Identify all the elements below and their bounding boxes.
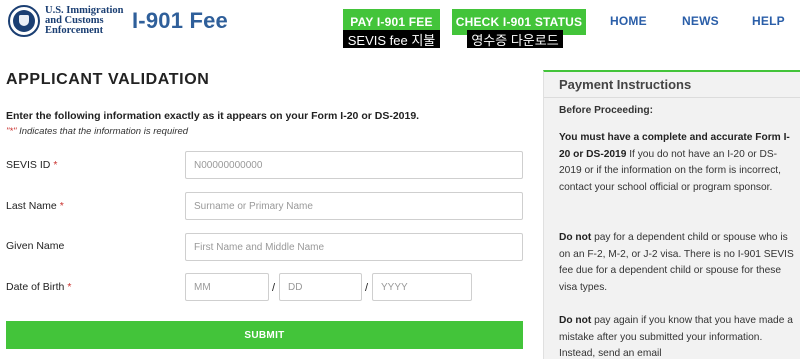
check-status-annotation: 영수증 다운로드 bbox=[467, 30, 563, 48]
dob-separator: / bbox=[272, 282, 276, 294]
site-title[interactable]: I-901 Fee bbox=[132, 8, 228, 34]
sevis-id-label-text: SEVIS ID bbox=[6, 159, 51, 171]
form-title: APPLICANT VALIDATION bbox=[6, 71, 210, 88]
nav-news[interactable]: NEWS bbox=[682, 14, 719, 28]
required-note: "*" Indicates that the information is re… bbox=[6, 126, 188, 137]
panel-divider bbox=[544, 97, 800, 98]
dob-year-input[interactable] bbox=[372, 273, 472, 301]
required-note-text: Indicates that the information is requir… bbox=[16, 126, 189, 137]
panel-subtitle: Before Proceeding: bbox=[559, 105, 653, 116]
panel-title: Payment Instructions bbox=[559, 77, 692, 92]
dob-month-input[interactable] bbox=[185, 273, 269, 301]
nav-home[interactable]: HOME bbox=[610, 14, 647, 28]
instruction-paragraph-1: You must have a complete and accurate Fo… bbox=[559, 130, 795, 197]
sevis-id-label: SEVIS ID * bbox=[6, 159, 57, 171]
instruction-3-text: pay again if you know that you have made… bbox=[559, 315, 793, 359]
agency-name[interactable]: U.S. Immigration and Customs Enforcement bbox=[45, 5, 125, 36]
required-star: * bbox=[53, 159, 58, 171]
sevis-id-input[interactable] bbox=[185, 151, 523, 179]
dhs-seal-logo[interactable] bbox=[8, 5, 40, 37]
dob-label: Date of Birth * bbox=[6, 281, 71, 293]
required-note-star: "*" bbox=[6, 126, 17, 137]
given-name-label: Given Name bbox=[6, 240, 65, 252]
given-name-input[interactable] bbox=[185, 233, 523, 261]
instruction-3-bold: Do not bbox=[559, 315, 592, 326]
instruction-paragraph-2: Do not pay for a dependent child or spou… bbox=[559, 230, 795, 297]
form-intro: Enter the following information exactly … bbox=[6, 110, 420, 122]
last-name-input[interactable] bbox=[185, 192, 523, 220]
payment-instructions-panel: Payment Instructions Before Proceeding: … bbox=[543, 70, 800, 359]
last-name-label: Last Name * bbox=[6, 200, 64, 212]
submit-button[interactable]: SUBMIT bbox=[6, 321, 523, 349]
required-star: * bbox=[67, 281, 72, 293]
dob-day-input[interactable] bbox=[279, 273, 362, 301]
required-star: * bbox=[59, 200, 64, 212]
dob-separator: / bbox=[365, 282, 369, 294]
pay-fee-annotation: SEVIS fee 지불 bbox=[343, 30, 440, 48]
dob-label-text: Date of Birth bbox=[6, 281, 65, 293]
instruction-2-text: pay for a dependent child or spouse who … bbox=[559, 232, 794, 294]
instruction-paragraph-3: Do not pay again if you know that you ha… bbox=[559, 313, 795, 359]
instruction-2-bold: Do not bbox=[559, 232, 592, 243]
agency-line-3: Enforcement bbox=[45, 25, 104, 36]
nav-help[interactable]: HELP bbox=[752, 14, 785, 28]
last-name-label-text: Last Name bbox=[6, 200, 57, 212]
